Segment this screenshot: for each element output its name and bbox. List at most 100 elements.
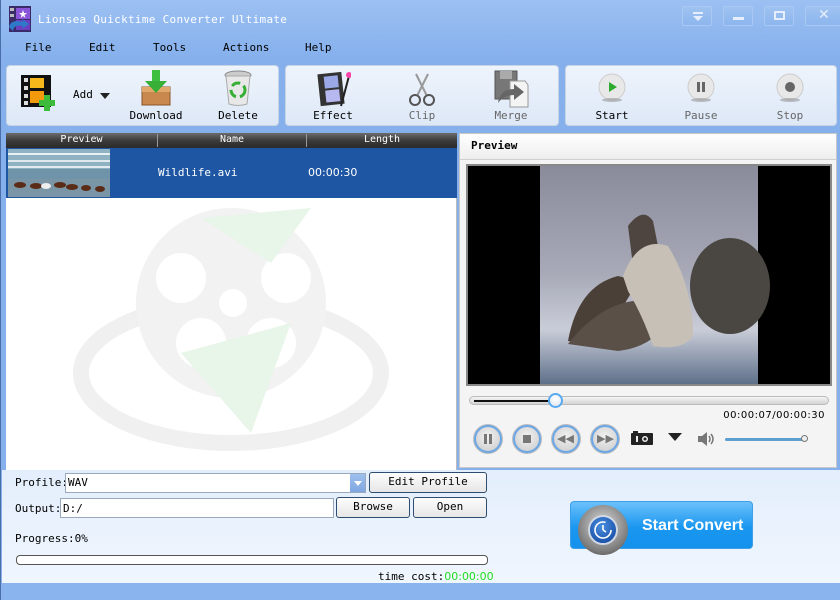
dropdown-arrow-icon: [693, 16, 703, 21]
menu-file[interactable]: File: [25, 41, 52, 54]
start-convert-label: Start Convert: [642, 517, 744, 534]
progress-value: 0%: [74, 532, 88, 545]
volume-slider[interactable]: [725, 435, 808, 442]
merge-button: Merge: [478, 66, 544, 125]
video-display[interactable]: [466, 164, 832, 386]
menu-bar: File Edit Tools Actions Help: [1, 38, 840, 60]
file-length: 00:00:30: [308, 166, 358, 179]
stop-label: Stop: [776, 109, 804, 122]
menu-actions[interactable]: Actions: [223, 41, 269, 54]
preview-title: Preview: [471, 139, 518, 152]
pause-icon-bar: [489, 434, 492, 444]
effect-film-icon: [317, 71, 351, 107]
profile-dropdown-button[interactable]: [350, 474, 365, 492]
app-logo-icon: [9, 6, 31, 32]
add-dropdown-icon[interactable]: [100, 93, 110, 99]
rewind-button[interactable]: ◀◀: [552, 425, 580, 453]
output-path-input[interactable]: [60, 498, 334, 518]
toolbar-edit-group: Effect Clip Merge: [285, 65, 559, 126]
file-row[interactable]: Wildlife.avi 00:00:30: [6, 148, 457, 198]
file-thumbnail: [8, 149, 110, 197]
snapshot-menu-icon[interactable]: [668, 433, 682, 441]
file-name: Wildlife.avi: [158, 166, 238, 179]
menu-edit[interactable]: Edit: [89, 41, 116, 54]
delete-button[interactable]: Delete: [207, 66, 269, 125]
camera-snapshot-icon[interactable]: [631, 431, 653, 445]
stop-button: Stop: [758, 66, 822, 125]
rewind-icon: ◀◀: [557, 432, 574, 445]
seek-bar[interactable]: [469, 393, 829, 408]
seek-handle[interactable]: [548, 393, 564, 408]
playback-timecode: 00:00:07/00:00:30: [723, 410, 825, 421]
profile-select[interactable]: WAV: [65, 473, 366, 493]
start-label: Start: [595, 109, 629, 122]
start-button[interactable]: Start: [580, 66, 644, 125]
preview-stop-button[interactable]: [513, 425, 541, 453]
pause-button: Pause: [669, 66, 733, 125]
download-box-icon: [141, 70, 171, 106]
close-icon: ✕: [818, 7, 830, 23]
add-label: Add: [73, 88, 93, 101]
output-label: Output:: [15, 502, 62, 515]
app-window: Lionsea Quicktime Converter Ultimate ✕ F…: [0, 0, 840, 600]
pause-icon: [484, 434, 487, 444]
volume-icon[interactable]: [698, 431, 716, 447]
profile-label: Profile:: [15, 476, 68, 489]
column-length[interactable]: Length: [307, 134, 457, 147]
progress-status: Progress:0%: [15, 532, 88, 545]
list-header: Preview Name Length: [6, 133, 457, 148]
start-convert-button[interactable]: Start Convert: [570, 501, 753, 555]
open-button[interactable]: Open: [413, 497, 487, 518]
minimize-icon: [733, 17, 744, 20]
conversion-progress-bar: [16, 555, 488, 565]
minimize-button[interactable]: [723, 6, 753, 26]
stop-icon: [523, 435, 531, 443]
download-button[interactable]: Download: [125, 66, 187, 125]
volume-handle[interactable]: [801, 435, 808, 442]
clock-refresh-icon: [588, 515, 618, 545]
film-reel-watermark-icon: [73, 208, 389, 451]
status-bar: [1, 583, 840, 600]
pause-label: Pause: [684, 109, 718, 122]
preview-pause-button[interactable]: [474, 425, 502, 453]
fast-forward-button[interactable]: ▶▶: [591, 425, 619, 453]
dropdown-icon: [693, 12, 703, 14]
time-cost-value: 00:00:00: [444, 570, 494, 583]
clip-button: Clip: [389, 66, 455, 125]
toolbar-convert-group: Start Pause Stop: [565, 65, 837, 126]
browse-button[interactable]: Browse: [336, 497, 410, 518]
add-video-icon: [21, 75, 55, 111]
toolbar-file-group: Add Download Delete: [6, 65, 279, 126]
file-list: Preview Name Length Wildlife.avi 00:00:3…: [6, 133, 457, 470]
play-icon: [598, 73, 626, 102]
stop-icon: [776, 73, 804, 102]
window-menu-button[interactable]: [682, 6, 712, 26]
add-button[interactable]: Add: [11, 66, 113, 125]
preview-header: Preview: [460, 134, 836, 160]
progress-label: Progress:: [15, 532, 75, 545]
window-title: Lionsea Quicktime Converter Ultimate: [38, 13, 288, 26]
column-name[interactable]: Name: [158, 134, 307, 147]
recycle-bin-icon: [224, 70, 252, 106]
effect-button[interactable]: Effect: [300, 66, 366, 125]
fast-forward-icon: ▶▶: [597, 432, 614, 445]
edit-profile-button[interactable]: Edit Profile: [369, 472, 487, 493]
menu-tools[interactable]: Tools: [153, 41, 186, 54]
delete-label: Delete: [218, 109, 258, 122]
menu-help[interactable]: Help: [305, 41, 332, 54]
merge-icon: [494, 70, 529, 108]
preview-panel: Preview 00:00:07/00:00:30 ◀◀ ▶▶: [459, 133, 837, 468]
merge-label: Merge: [494, 109, 528, 122]
maximize-button[interactable]: [764, 6, 794, 26]
pause-icon: [687, 73, 715, 102]
effect-label: Effect: [313, 109, 353, 122]
maximize-icon: [774, 11, 785, 20]
download-label: Download: [129, 109, 183, 122]
close-button[interactable]: ✕: [805, 6, 840, 26]
column-preview[interactable]: Preview: [6, 134, 158, 147]
seek-progress: [474, 400, 557, 402]
time-cost-label: time cost:: [378, 570, 445, 583]
title-bar: Lionsea Quicktime Converter Ultimate ✕: [1, 0, 840, 38]
profile-value: WAV: [68, 476, 88, 489]
convert-orb: [578, 505, 628, 555]
